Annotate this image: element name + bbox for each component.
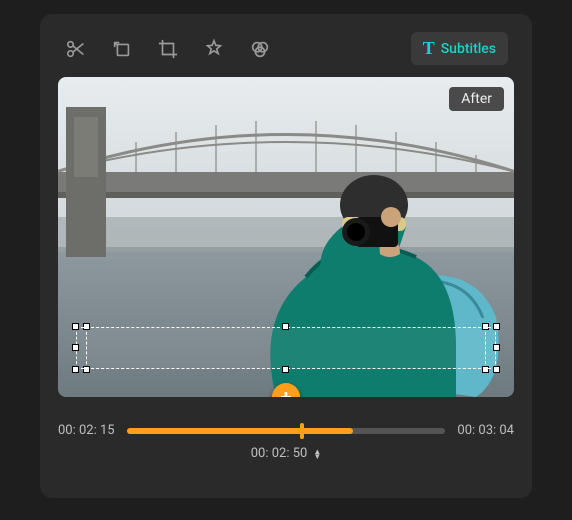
handle-bottom-right[interactable] bbox=[493, 366, 500, 373]
time-start: 00: 02: 15 bbox=[58, 423, 115, 438]
toolbar: T Subtitles bbox=[58, 32, 514, 77]
handle-mid-left[interactable] bbox=[72, 344, 79, 351]
current-time-row: 00: 02: 50 ▲ ▼ bbox=[58, 446, 514, 461]
rotate-icon[interactable] bbox=[110, 37, 134, 61]
subtitle-bounding-box[interactable] bbox=[76, 327, 496, 369]
text-icon: T bbox=[423, 38, 435, 59]
time-stepper[interactable]: ▲ ▼ bbox=[313, 449, 321, 459]
handle-top-mid[interactable] bbox=[282, 323, 289, 330]
time-end: 00: 03: 04 bbox=[457, 423, 514, 438]
handle-mid-right[interactable] bbox=[493, 344, 500, 351]
subtitles-button[interactable]: T Subtitles bbox=[411, 32, 508, 65]
after-badge: After bbox=[449, 87, 504, 111]
handle-bottom-left[interactable] bbox=[72, 366, 79, 373]
stepper-down-icon[interactable]: ▼ bbox=[313, 454, 321, 459]
timeline-track[interactable] bbox=[127, 428, 446, 434]
handle-top-left[interactable] bbox=[72, 323, 79, 330]
cut-icon[interactable] bbox=[64, 37, 88, 61]
timeline-fill bbox=[127, 428, 353, 434]
handle-bottom-mid[interactable] bbox=[282, 366, 289, 373]
subtitles-label: Subtitles bbox=[441, 41, 496, 57]
timeline-playhead[interactable] bbox=[300, 423, 304, 439]
current-time-value: 00: 02: 50 bbox=[251, 446, 308, 461]
effects-icon[interactable] bbox=[202, 37, 226, 61]
color-icon[interactable] bbox=[248, 37, 272, 61]
crop-icon[interactable] bbox=[156, 37, 180, 61]
timeline: 00: 02: 15 00: 03: 04 bbox=[58, 423, 514, 438]
video-preview[interactable]: After + bbox=[58, 77, 514, 397]
editor-panel: T Subtitles bbox=[40, 14, 532, 498]
handle-top-right[interactable] bbox=[493, 323, 500, 330]
subtitle-region[interactable] bbox=[76, 327, 496, 369]
